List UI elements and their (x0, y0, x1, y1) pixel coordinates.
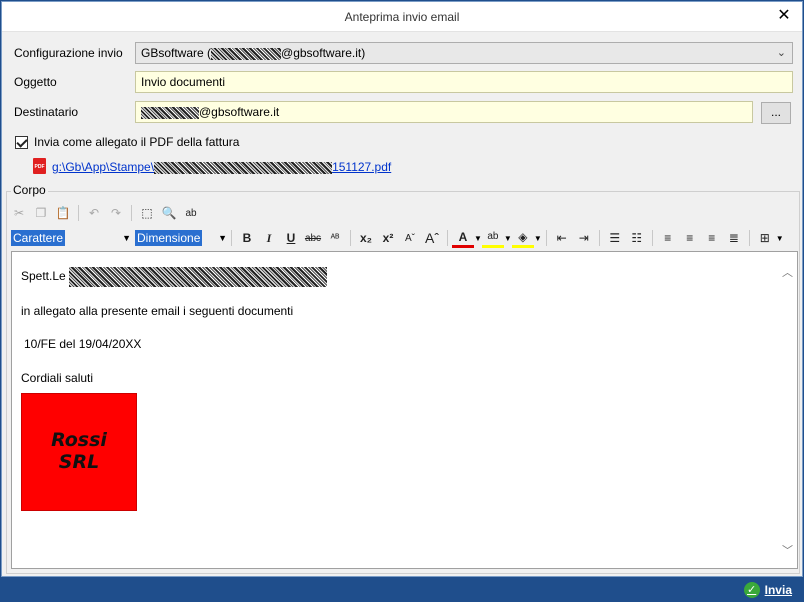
outdent-icon[interactable]: ⇤ (551, 228, 573, 248)
email-preview-window: Anteprima invio email ✕ Configurazione i… (1, 1, 803, 577)
copy-icon[interactable]: ❐ (30, 203, 52, 223)
edit-toolbar: ✂ ❐ 📋 ↶ ↷ ⬚ 🔍 ab (8, 202, 202, 224)
scroll-up-icon[interactable]: ︿ (782, 264, 793, 280)
underline-button[interactable]: U (280, 228, 302, 248)
font-family-select[interactable]: Carattere ▼ (11, 230, 131, 246)
config-value-suffix: @gbsoftware.it) (281, 46, 366, 60)
bold-button[interactable]: B (236, 228, 258, 248)
config-label: Configurazione invio (14, 46, 123, 60)
align-right-icon[interactable]: ≡ (701, 228, 723, 248)
toolbar-separator (78, 205, 79, 221)
attachment-path-suffix: 151127.pdf (332, 160, 392, 174)
toolbar-separator (447, 230, 448, 246)
dropdown-caret-icon[interactable]: ▼ (474, 234, 482, 243)
browse-recipient-button[interactable]: ... (761, 102, 791, 124)
window-title: Anteprima invio email (344, 10, 460, 24)
config-select[interactable]: GBsoftware ( @gbsoftware.it) ⌄ (135, 42, 793, 64)
toolbar-separator (598, 230, 600, 246)
dropdown-caret-icon: ▼ (218, 233, 227, 243)
decrease-font-icon[interactable]: Aˇ (399, 228, 421, 248)
font-color-icon[interactable]: A (452, 228, 474, 248)
send-button[interactable]: ✓ Invia (743, 582, 792, 598)
scroll-down-icon[interactable]: ﹀ (782, 542, 793, 558)
indent-icon[interactable]: ⇥ (573, 228, 595, 248)
checkmark-icon: ✓ (743, 582, 760, 598)
toolbar-separator (231, 230, 232, 246)
pdf-file-icon: PDF (33, 158, 46, 174)
toolbar-separator (350, 230, 351, 246)
editor-greeting-line: Spett.Le (21, 267, 328, 287)
logo-line: SRL (58, 451, 100, 473)
bullet-list-icon[interactable]: ☰ (604, 228, 626, 248)
align-center-icon[interactable]: ≡ (679, 228, 701, 248)
redacted-text (211, 47, 282, 60)
table-icon[interactable]: ⊞ (754, 228, 776, 248)
recipient-input[interactable]: @gbsoftware.it (135, 101, 753, 123)
dropdown-caret-icon: ▼ (122, 233, 131, 243)
find-icon[interactable]: 🔍 (158, 203, 180, 223)
dropdown-caret-icon[interactable]: ▼ (504, 234, 512, 243)
body-group-title: Corpo (11, 183, 48, 197)
justify-icon[interactable]: ≣ (723, 228, 745, 248)
dropdown-caret-icon[interactable]: ▼ (534, 234, 542, 243)
italic-button[interactable]: I (258, 228, 280, 248)
attach-pdf-checkbox[interactable] (15, 136, 28, 149)
highlight-icon[interactable]: ab (481, 228, 504, 248)
subscript-icon[interactable]: x₂ (355, 228, 377, 248)
recipient-value-suffix: @gbsoftware.it (199, 105, 280, 119)
numbered-list-icon[interactable]: ☷ (626, 228, 648, 248)
editor-line: in allegato alla presente email i seguen… (21, 304, 294, 318)
fill-color-icon[interactable]: ◈ (511, 228, 534, 248)
greeting-text: Spett.Le (21, 269, 66, 284)
config-value-prefix: GBsoftware ( (141, 46, 212, 60)
recipient-label: Destinatario (14, 105, 79, 119)
editor-scrollbar[interactable]: ︿ ﹀ (779, 252, 797, 568)
strikethrough-button[interactable]: abc (302, 228, 324, 248)
paste-icon[interactable]: 📋 (52, 203, 74, 223)
redacted-text (154, 161, 333, 174)
close-icon[interactable]: ✕ (774, 6, 794, 26)
status-bar: ✓ Invia (0, 578, 804, 602)
logo-line: Rossi (51, 429, 107, 451)
align-left-icon[interactable]: ≡ (657, 228, 679, 248)
toolbar-separator (131, 205, 132, 221)
chevron-down-icon: ⌄ (776, 47, 786, 59)
replace-icon[interactable]: ab (180, 203, 202, 223)
undo-icon[interactable]: ↶ (83, 203, 105, 223)
format-toolbar: Carattere ▼ Dimensione ▼ B I U abc ᴬᴮ x₂ x… (11, 227, 784, 249)
editor-line: 10/FE del 19/04/20XX (24, 337, 142, 351)
spellcheck-icon[interactable]: ᴬᴮ (324, 228, 346, 248)
toolbar-separator (651, 230, 653, 246)
increase-font-icon[interactable]: Aˆ (421, 228, 443, 248)
send-label: Invia (764, 583, 792, 597)
company-logo: Rossi SRL (21, 393, 137, 511)
toolbar-separator (748, 230, 750, 246)
attachment-link[interactable]: g:\Gb\App\Stampe\ 151127.pdf (52, 160, 391, 174)
title-bar: Anteprima invio email ✕ (2, 2, 802, 32)
redacted-text (141, 106, 199, 119)
attachment-path-prefix: g:\Gb\App\Stampe\ (52, 160, 155, 174)
subject-label: Oggetto (14, 75, 57, 89)
redacted-text (69, 267, 328, 287)
font-size-value: Dimensione (135, 230, 203, 246)
select-all-icon[interactable]: ⬚ (136, 203, 158, 223)
redo-icon[interactable]: ↷ (105, 203, 127, 223)
superscript-icon[interactable]: x² (377, 228, 399, 248)
toolbar-separator (545, 230, 547, 246)
font-family-value: Carattere (11, 230, 66, 246)
dropdown-caret-icon[interactable]: ▼ (776, 234, 784, 243)
font-size-select[interactable]: Dimensione ▼ (135, 230, 227, 246)
cut-icon[interactable]: ✂ (8, 203, 30, 223)
subject-input[interactable]: Invio documenti (135, 71, 793, 93)
email-body-editor[interactable]: Spett.Le in allegato alla presente email… (11, 251, 798, 569)
editor-line: Cordiali saluti (21, 371, 94, 385)
attach-pdf-label: Invia come allegato il PDF della fattura (34, 135, 240, 149)
